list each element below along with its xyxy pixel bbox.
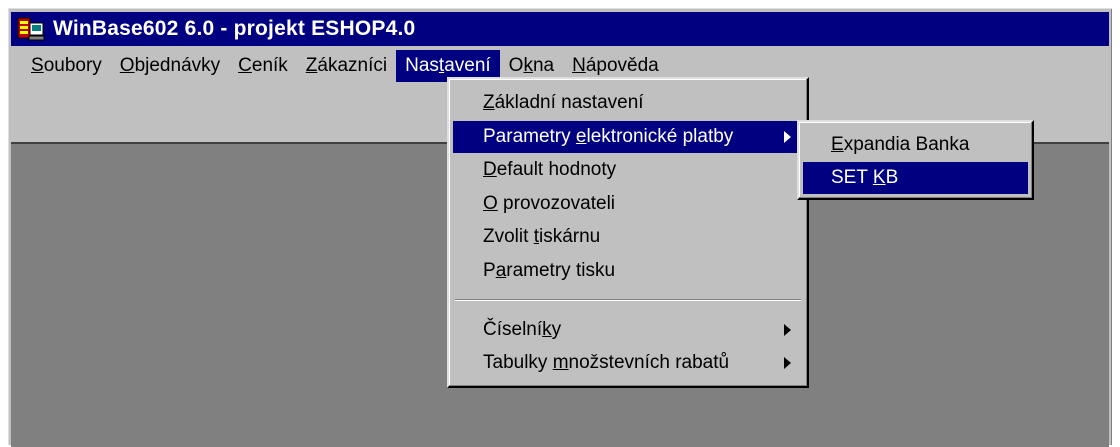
- menu-item-zakladni-nastaveni[interactable]: Základní nastavení: [453, 87, 803, 119]
- submenu-item-expandia-banka[interactable]: Expandia Banka: [803, 129, 1028, 161]
- window-title: WinBase602 6.0 - projekt ESHOP4.0: [53, 17, 416, 40]
- nastaveni-dropdown-menu: Základní nastavení Parametry elektronick…: [447, 77, 809, 388]
- submenu-arrow-icon: [784, 324, 791, 336]
- menu-soubory[interactable]: Soubory: [11, 50, 111, 82]
- menu-separator: [455, 299, 801, 301]
- platby-submenu: Expandia Banka SET KB: [797, 120, 1034, 200]
- submenu-arrow-icon: [784, 131, 791, 143]
- menu-item-default-hodnoty[interactable]: Default hodnoty: [453, 154, 803, 186]
- menu-cenik[interactable]: Ceník: [229, 50, 297, 82]
- submenu-item-set-kb[interactable]: SET KB: [803, 162, 1028, 194]
- menu-objednavky[interactable]: Objednávky: [111, 50, 229, 82]
- menu-item-o-provozovateli[interactable]: O provozovateli: [453, 188, 803, 220]
- menu-item-parametry-elektronicke-platby[interactable]: Parametry elektronické platby: [453, 121, 803, 153]
- submenu-arrow-icon: [784, 357, 791, 369]
- menu-item-tabulky-mnozstevnich-rabatu[interactable]: Tabulky množstevních rabatů: [453, 347, 803, 379]
- title-bar[interactable]: WinBase602 6.0 - projekt ESHOP4.0: [11, 12, 1109, 46]
- menu-zakaznici[interactable]: Zákazníci: [297, 50, 396, 82]
- menu-item-parametry-tisku[interactable]: Parametry tisku: [453, 255, 803, 287]
- menu-item-zvolit-tiskarnu[interactable]: Zvolit tiskárnu: [453, 221, 803, 253]
- menu-item-ciselniky[interactable]: Číselníky: [453, 314, 803, 346]
- winbase-app-icon[interactable]: [17, 15, 45, 43]
